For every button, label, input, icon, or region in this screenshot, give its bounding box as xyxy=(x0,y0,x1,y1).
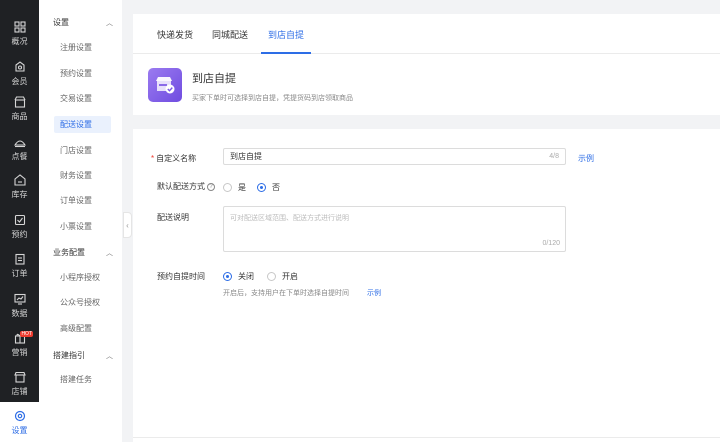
settings-submenu: 设置 ︿ 注册设置 预约设置 交易设置 配送设置 门店设置 财务设置 订单设置 … xyxy=(39,0,122,442)
submenu-item-official-account[interactable]: 公众号授权 xyxy=(54,294,111,311)
chevron-left-icon: ‹ xyxy=(126,220,129,230)
store-icon xyxy=(13,370,27,384)
name-label-text: 自定义名称 xyxy=(156,154,197,163)
order-food-icon xyxy=(13,135,27,149)
nav-item-order[interactable]: 订单 xyxy=(0,245,39,285)
nav-item-member[interactable]: 会员 xyxy=(0,53,39,93)
page-description: 买家下单时可选择到店自提，凭提货码到店领取商品 xyxy=(192,95,353,102)
hot-badge: HOT xyxy=(20,331,33,337)
required-mark: * xyxy=(151,154,155,163)
radio-label: 否 xyxy=(272,183,280,192)
radio-circle-selected xyxy=(257,183,266,192)
chevron-up-icon: ︿ xyxy=(106,19,113,27)
submenu-item-build-task[interactable]: 搭建任务 xyxy=(54,371,111,388)
submenu-item-reservation[interactable]: 预约设置 xyxy=(54,65,111,82)
submenu-item-register[interactable]: 注册设置 xyxy=(54,39,111,56)
default-no-radio[interactable]: 否 xyxy=(257,182,280,193)
pickup-time-example-link[interactable]: 示例 xyxy=(367,288,381,298)
section-divider xyxy=(133,115,720,129)
nav-label: 库存 xyxy=(11,189,28,199)
radio-circle xyxy=(267,272,276,281)
pickup-time-hint: 开启后，支持用户在下单时选择自提时间 xyxy=(223,290,349,297)
tab-self-pickup[interactable]: 到店自提 xyxy=(268,28,304,41)
nav-item-goods[interactable]: 商品 xyxy=(0,88,39,128)
submenu-item-advanced[interactable]: 高级配置 xyxy=(54,320,111,337)
nav-item-data[interactable]: 数据 xyxy=(0,285,39,325)
nav-item-inventory[interactable]: 库存 xyxy=(0,166,39,206)
name-label: * 自定义名称 xyxy=(151,153,196,164)
nav-label: 店铺 xyxy=(11,386,28,396)
nav-label: 设置 xyxy=(11,425,28,435)
submenu-item-store[interactable]: 门店设置 xyxy=(54,142,111,159)
submenu-group-guide[interactable]: 搭建指引 ︿ xyxy=(53,350,113,361)
nav-item-settings[interactable]: 设置 xyxy=(0,402,39,442)
main-nav: 概况 会员 商品 点餐 库存 预约 订单 数据 HOT 营销 店铺 设置 xyxy=(0,0,39,442)
chevron-up-icon: ︿ xyxy=(106,249,113,257)
submenu-group-business[interactable]: 业务配置 ︿ xyxy=(53,247,113,258)
desc-char-count: 0/120 xyxy=(542,240,560,247)
group-title: 搭建指引 xyxy=(53,351,85,360)
collapse-sidebar-button[interactable]: ‹ xyxy=(123,212,132,238)
delivery-desc-textarea[interactable]: 可对配送区域范围、配送方式进行说明 0/120 xyxy=(223,206,566,252)
nav-item-reservation[interactable]: 预约 xyxy=(0,206,39,246)
nav-label: 订单 xyxy=(11,268,28,278)
nav-label: 点餐 xyxy=(11,151,28,161)
goods-icon xyxy=(13,95,27,109)
pickup-time-label: 预约自提时间 xyxy=(157,272,205,281)
nav-label: 概况 xyxy=(11,36,28,46)
default-yes-radio[interactable]: 是 xyxy=(223,182,246,193)
inventory-icon xyxy=(13,173,27,187)
nav-item-store[interactable]: 店铺 xyxy=(0,363,39,403)
pickup-name-input[interactable]: 到店自提 4/8 xyxy=(223,148,566,165)
submenu-item-receipt[interactable]: 小票设置 xyxy=(54,218,111,235)
chevron-up-icon: ︿ xyxy=(106,352,113,360)
pickup-time-off-radio[interactable]: 关闭 xyxy=(223,271,254,282)
group-title: 业务配置 xyxy=(53,248,85,257)
order-icon xyxy=(13,252,27,266)
radio-label: 是 xyxy=(238,183,246,192)
submenu-item-order[interactable]: 订单设置 xyxy=(54,192,111,209)
submenu-item-delivery[interactable]: 配送设置 xyxy=(54,116,111,133)
radio-circle xyxy=(223,183,232,192)
name-char-count: 4/8 xyxy=(549,153,559,160)
submenu-item-trade[interactable]: 交易设置 xyxy=(54,90,111,107)
footer-divider xyxy=(133,437,720,438)
nav-item-order-food[interactable]: 点餐 xyxy=(0,128,39,168)
nav-label: 预约 xyxy=(11,229,28,239)
active-tab-indicator xyxy=(261,52,311,54)
nav-label: 会员 xyxy=(11,76,28,86)
pickup-time-on-radio[interactable]: 开启 xyxy=(267,271,298,282)
desc-placeholder: 可对配送区域范围、配送方式进行说明 xyxy=(230,215,349,222)
radio-circle-selected xyxy=(223,272,232,281)
tab-city-delivery[interactable]: 同城配送 xyxy=(212,28,248,41)
dashboard-icon xyxy=(13,20,27,34)
pickup-header: 到店自提 买家下单时可选择到店自提，凭提货码到店领取商品 xyxy=(133,55,720,115)
nav-label: 数据 xyxy=(11,308,28,318)
desc-label: 配送说明 xyxy=(157,213,189,222)
help-icon[interactable]: ? xyxy=(207,182,215,191)
name-example-link[interactable]: 示例 xyxy=(578,153,594,164)
nav-label: 商品 xyxy=(11,111,28,121)
pickup-name-value: 到店自提 xyxy=(230,152,262,161)
nav-label: 营销 xyxy=(11,347,28,357)
nav-item-marketing[interactable]: HOT 营销 xyxy=(0,324,39,364)
main-panel: 快递发货 同城配送 到店自提 到店自提 买家下单时可选择到店自提，凭提货码到店领… xyxy=(133,14,720,442)
group-title: 设置 xyxy=(53,18,69,27)
reservation-icon xyxy=(13,213,27,227)
delivery-tabs: 快递发货 同城配送 到店自提 xyxy=(133,14,720,54)
page-title: 到店自提 xyxy=(192,73,236,85)
nav-item-overview[interactable]: 概况 xyxy=(0,13,39,53)
data-icon xyxy=(13,292,27,306)
submenu-item-miniprogram[interactable]: 小程序授权 xyxy=(54,269,111,286)
pickup-store-icon xyxy=(148,68,182,102)
settings-icon xyxy=(13,409,27,423)
default-method-label: 默认配送方式? xyxy=(157,181,215,192)
submenu-group-settings[interactable]: 设置 ︿ xyxy=(53,17,113,28)
default-method-label-text: 默认配送方式 xyxy=(157,182,205,191)
radio-label: 关闭 xyxy=(238,272,254,281)
tab-express[interactable]: 快递发货 xyxy=(157,28,193,41)
radio-label: 开启 xyxy=(282,272,298,281)
member-icon xyxy=(13,60,27,74)
submenu-item-finance[interactable]: 财务设置 xyxy=(54,167,111,184)
